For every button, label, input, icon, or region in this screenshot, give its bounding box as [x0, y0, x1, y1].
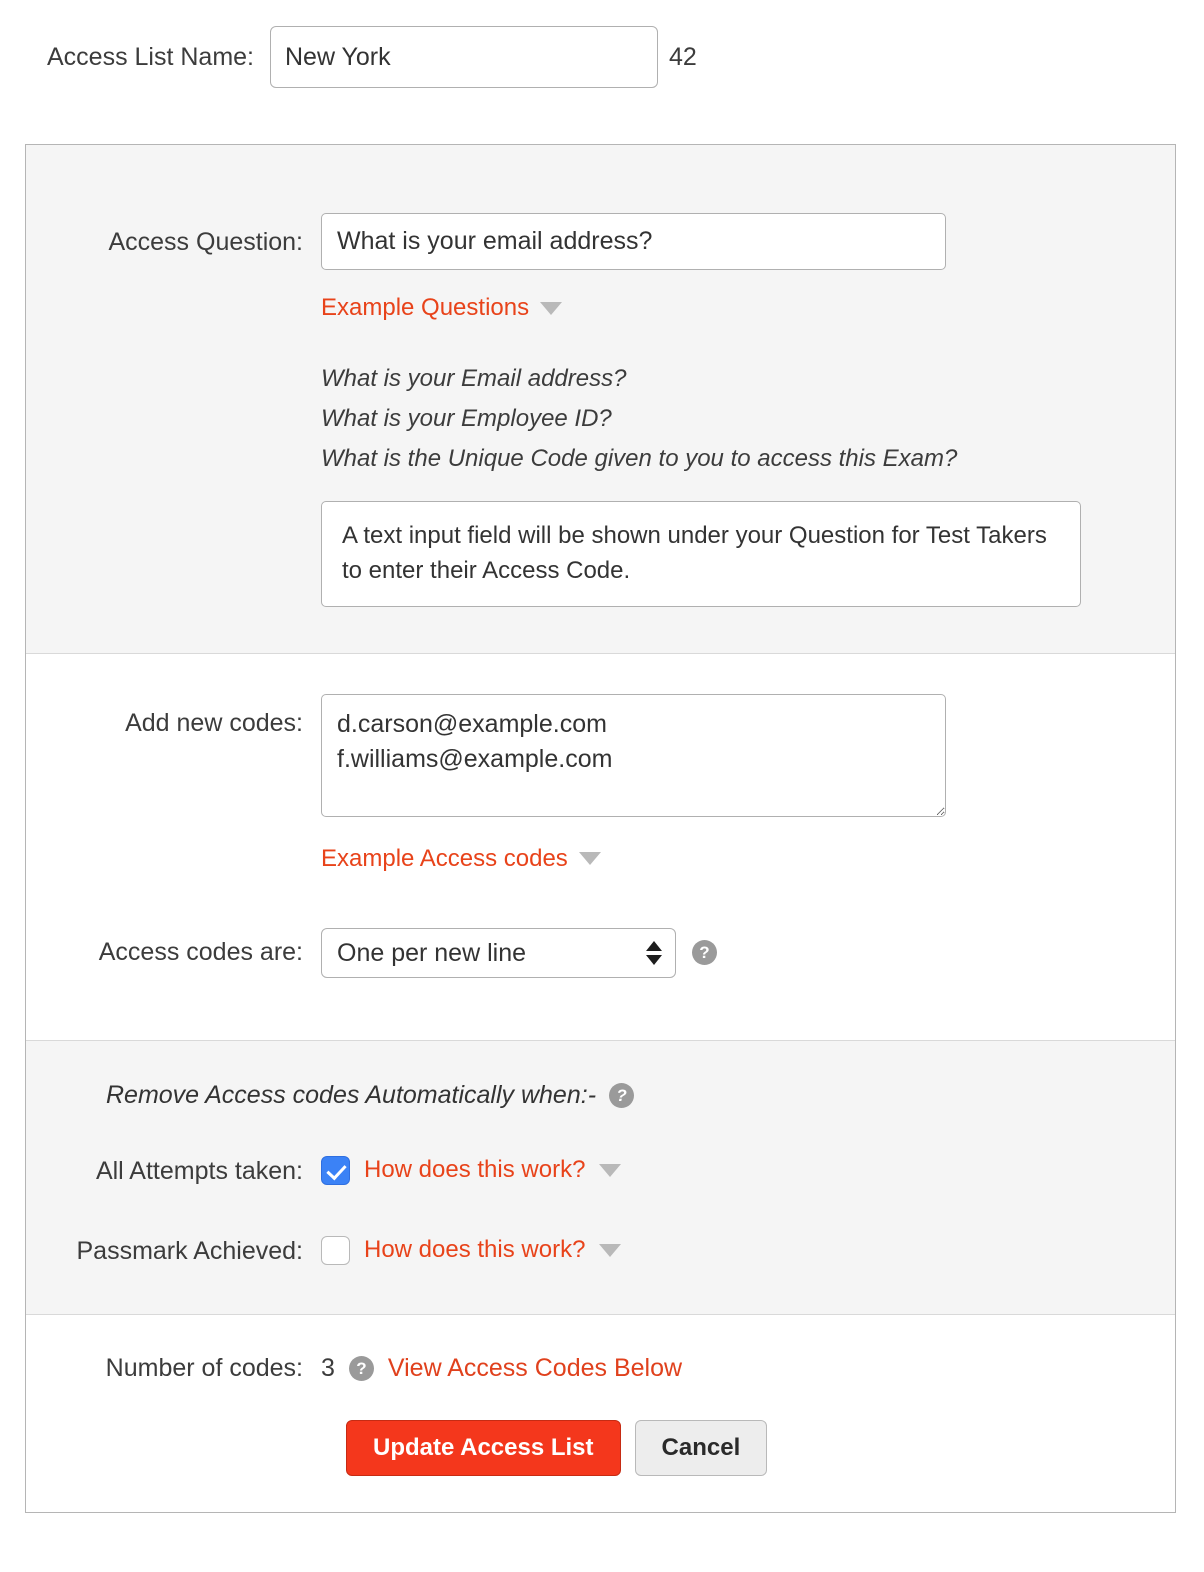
form-actions: Update Access List Cancel: [26, 1420, 1175, 1476]
remove-codes-title-row: Remove Access codes Automatically when:-…: [106, 1081, 1175, 1110]
add-new-codes-label: Add new codes:: [26, 694, 321, 739]
access-question-input[interactable]: [321, 213, 946, 270]
chevron-down-icon: [540, 302, 562, 315]
all-attempts-how-does-this-work-link[interactable]: How does this work?: [364, 1156, 585, 1184]
chevron-down-icon: [599, 1244, 621, 1257]
access-question-info-box: A text input field will be shown under y…: [321, 501, 1081, 607]
example-questions-toggle[interactable]: Example Questions: [321, 294, 1081, 322]
remove-codes-section: Remove Access codes Automatically when:-…: [26, 1041, 1175, 1315]
access-list-name-input[interactable]: [270, 26, 658, 88]
example-access-codes-link[interactable]: Example Access codes: [321, 845, 568, 873]
access-list-panel: Access Question: Example Questions What …: [25, 144, 1176, 1513]
access-question-section: Access Question: Example Questions What …: [26, 145, 1175, 654]
example-questions-list: What is your Email address? What is your…: [321, 359, 1081, 479]
example-access-codes-toggle[interactable]: Example Access codes: [321, 845, 946, 873]
cancel-button[interactable]: Cancel: [635, 1420, 768, 1476]
add-codes-section: Add new codes: Example Access codes Acce…: [26, 654, 1175, 1041]
passmark-achieved-label: Passmark Achieved:: [26, 1232, 321, 1270]
update-access-list-button[interactable]: Update Access List: [346, 1420, 621, 1476]
chevron-down-icon: [599, 1164, 621, 1177]
access-list-name-row: Access List Name: 42: [0, 24, 1204, 90]
access-list-name-char-count: 42: [669, 43, 697, 72]
access-list-name-label: Access List Name:: [0, 43, 270, 72]
chevron-down-icon: [579, 852, 601, 865]
number-of-codes-value: 3: [321, 1354, 335, 1383]
remove-codes-help-icon[interactable]: ?: [609, 1083, 634, 1108]
passmark-achieved-checkbox[interactable]: [321, 1236, 350, 1265]
access-codes-are-label: Access codes are:: [26, 937, 321, 968]
example-questions-link[interactable]: Example Questions: [321, 294, 529, 322]
access-codes-format-row: Access codes are: One per new line ?: [26, 928, 1175, 978]
all-attempts-taken-checkbox[interactable]: [321, 1156, 350, 1185]
access-list-editor-page: Access List Name: 42 Access Question: Ex…: [0, 0, 1204, 1572]
access-codes-format-select[interactable]: One per new line: [321, 928, 676, 978]
number-of-codes-help-icon[interactable]: ?: [349, 1356, 374, 1381]
access-question-label: Access Question:: [26, 213, 321, 258]
access-codes-format-help-icon[interactable]: ?: [692, 940, 717, 965]
all-attempts-taken-label: All Attempts taken:: [26, 1152, 321, 1190]
view-access-codes-below-link[interactable]: View Access Codes Below: [388, 1354, 682, 1383]
passmark-achieved-row: Passmark Achieved: How does this work?: [26, 1232, 1175, 1270]
example-question-item: What is the Unique Code given to you to …: [321, 439, 1081, 479]
access-codes-format-select-wrapper: One per new line: [321, 928, 676, 978]
example-question-item: What is your Employee ID?: [321, 399, 1081, 439]
number-of-codes-label: Number of codes:: [26, 1353, 321, 1384]
remove-codes-title: Remove Access codes Automatically when:-: [106, 1081, 596, 1110]
example-question-item: What is your Email address?: [321, 359, 1081, 399]
number-of-codes-row: Number of codes: 3 ? View Access Codes B…: [26, 1353, 1175, 1384]
passmark-achieved-label-text: Passmark Achieved:: [77, 1237, 304, 1265]
footer-section: Number of codes: 3 ? View Access Codes B…: [26, 1315, 1175, 1512]
passmark-how-does-this-work-link[interactable]: How does this work?: [364, 1236, 585, 1264]
all-attempts-taken-row: All Attempts taken: How does this work?: [26, 1152, 1175, 1190]
add-new-codes-textarea[interactable]: [321, 694, 946, 817]
